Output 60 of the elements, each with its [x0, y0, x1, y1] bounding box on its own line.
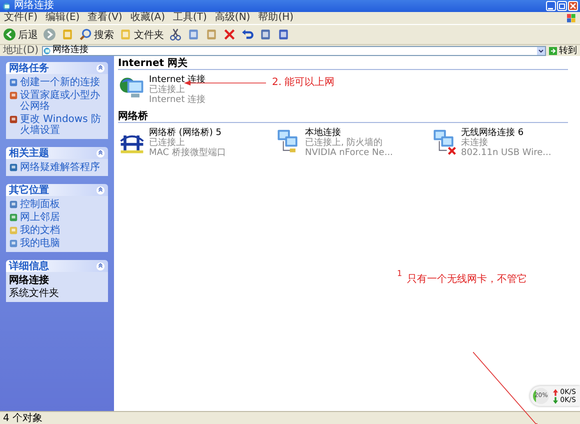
task-link[interactable]: 更改 Windows 防火墙设置 [9, 114, 105, 136]
annotation-text: 只有一个无线网卡，不管它 [407, 272, 527, 286]
task-link[interactable]: 我的电脑 [9, 238, 105, 249]
menu-item[interactable]: 收藏(A) [130, 12, 165, 24]
back-button[interactable]: 后退 [3, 28, 38, 42]
collapse-icon [96, 64, 105, 72]
forward-button[interactable] [43, 28, 56, 41]
address-field[interactable]: 网络连接 [42, 46, 546, 56]
panel-header[interactable]: 其它位置 [6, 184, 108, 196]
group-header: 网络桥 [118, 111, 568, 123]
menu-item[interactable]: 文件(F) [4, 12, 38, 24]
folders-button[interactable]: 文件夹 [119, 28, 164, 42]
down-arrow-icon [553, 396, 558, 404]
undo-icon [241, 28, 254, 41]
annotation-number: 1 [397, 269, 402, 278]
collapse-icon [96, 262, 105, 270]
close-button[interactable] [568, 1, 578, 11]
up-arrow-icon [553, 388, 558, 396]
task-link[interactable]: 网络疑难解答程序 [9, 162, 105, 173]
task-link[interactable]: 设置家庭或小型办公网络 [9, 90, 105, 112]
restore-icon [558, 2, 566, 10]
panel-header[interactable]: 详细信息 [6, 260, 108, 272]
dropdown-icon[interactable] [537, 46, 545, 54]
task-link[interactable]: 控制面板 [9, 199, 105, 210]
cut-button[interactable] [169, 28, 182, 41]
menu-item[interactable]: 查看(V) [88, 12, 122, 24]
task-link[interactable]: 创建一个新的连接 [9, 77, 105, 88]
annotation-text: 2. 能可以上网 [272, 76, 335, 89]
menu-item[interactable]: 工具(T) [173, 12, 207, 24]
menu-item[interactable]: 高级(N) [214, 12, 250, 24]
task-link[interactable]: 我的文档 [9, 225, 105, 236]
address-label: 地址(D) [3, 45, 39, 56]
undo-button[interactable] [241, 28, 254, 41]
windows-logo-icon [566, 13, 576, 23]
search-button[interactable]: 搜索 [79, 28, 114, 42]
cut-icon [169, 28, 182, 41]
status-text: 4 个对象 [3, 412, 43, 424]
go-button[interactable]: 转到 [549, 46, 577, 56]
connection-item[interactable]: 网络桥 (网络桥) 5 已连接上 MAC 桥接微型端口 [118, 128, 264, 158]
collapse-icon [96, 148, 105, 158]
task-link[interactable]: 网上邻居 [9, 212, 105, 223]
menu-item[interactable]: 编辑(E) [46, 12, 80, 24]
panel-header[interactable]: 网络任务 [6, 62, 108, 74]
panel-header[interactable]: 相关主题 [6, 147, 108, 159]
minimize-button[interactable] [546, 1, 556, 11]
delete-icon [223, 28, 236, 41]
detail-title: 网络连接 [9, 275, 50, 286]
restore-button[interactable] [557, 1, 567, 11]
window-title: 网络连接 [14, 0, 54, 12]
collapse-icon [96, 186, 105, 194]
connection-item[interactable]: 本地连接 已连接上, 防火墙的 NVIDIA nForce Ne... [274, 128, 420, 158]
delete-button[interactable] [223, 28, 236, 41]
group-header: Internet 网关 [118, 58, 568, 70]
close-icon [569, 2, 577, 10]
detail-text: 系统文件夹 [9, 288, 60, 299]
connection-item[interactable]: 无线网络连接 6 未连接 802.11n USB Wire... [430, 128, 576, 158]
menu-item[interactable]: 帮助(H) [258, 12, 294, 24]
back-icon [3, 28, 16, 41]
forward-icon [43, 28, 56, 41]
search-icon [79, 28, 92, 41]
